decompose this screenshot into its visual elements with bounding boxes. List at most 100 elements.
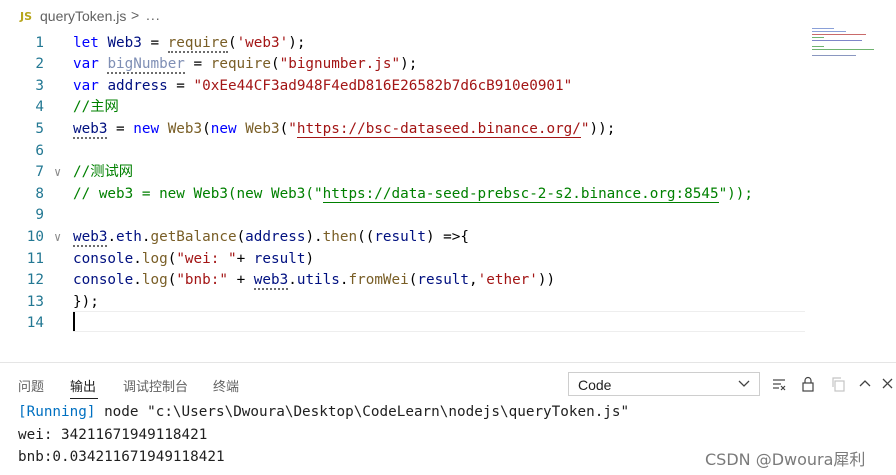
code-token: ((: [357, 228, 375, 245]
code-line[interactable]: 10 ∨ web3.eth.getBalance(address).then((re…: [0, 227, 880, 249]
code-token: );: [400, 56, 418, 73]
code-token: (: [271, 56, 280, 73]
output-line-wei: wei: 34211671949118421: [18, 427, 208, 443]
code-line[interactable]: 9: [0, 205, 880, 227]
code-line[interactable]: 4 //主网: [0, 97, 880, 119]
fold-chevron-icon[interactable]: ∨: [54, 162, 61, 184]
code-token: var: [73, 77, 99, 94]
code-token: });: [73, 293, 99, 310]
breadcrumb: JS queryToken.js > ...: [0, 0, 896, 32]
code-token: bigNumber: [107, 56, 185, 75]
code-token: 'web3': [236, 34, 289, 51]
line-number: 4: [35, 99, 44, 116]
copy-icon[interactable]: [829, 375, 847, 393]
watermark: CSDN @Dwoura犀利: [705, 450, 866, 469]
code-token: new: [210, 120, 237, 137]
code-token: // web3 = new Web3(new Web3(": [73, 185, 323, 202]
code-text: //测试网: [73, 162, 133, 184]
code-token: web3: [73, 228, 108, 247]
minimap[interactable]: [812, 28, 878, 58]
tab-output[interactable]: 输出: [70, 376, 96, 395]
code-token: ": [288, 120, 297, 137]
code-token: ): [305, 250, 315, 267]
code-token: ) =>{: [425, 228, 470, 245]
code-token: =: [107, 120, 134, 137]
tab-debug-console[interactable]: 调试控制台: [123, 376, 188, 395]
lock-icon[interactable]: [799, 375, 817, 393]
output-line-bnb: bnb:0.034211671949118421: [18, 449, 225, 465]
line-number: 2: [35, 56, 44, 73]
line-number: 1: [35, 34, 44, 51]
code-token: .: [288, 272, 297, 289]
line-number: 13: [26, 293, 44, 310]
code-line[interactable]: 7 ∨ //测试网: [0, 162, 880, 184]
code-token: =: [184, 56, 211, 73]
output-channel-select[interactable]: Code: [568, 372, 760, 396]
tab-terminal[interactable]: 终端: [213, 376, 239, 395]
code-token: result: [253, 250, 306, 267]
code-text: web3 = new Web3(new Web3("https://bsc-da…: [73, 119, 615, 141]
code-text: let Web3 = require('web3');: [73, 33, 305, 55]
close-icon[interactable]: [879, 375, 896, 393]
breadcrumb-symbols[interactable]: ...: [146, 7, 161, 23]
code-line[interactable]: 13});: [0, 292, 880, 314]
code-token: Web3: [107, 34, 142, 51]
code-text: //主网: [73, 97, 119, 119]
code-token: web3: [253, 272, 289, 291]
line-number: 11: [26, 250, 44, 267]
code-token: require: [210, 56, 271, 73]
code-token: Web3: [245, 120, 280, 137]
active-tab-indicator: [70, 398, 98, 399]
code-token: (: [236, 228, 246, 245]
code-token: ).: [305, 228, 323, 245]
chevron-up-icon[interactable]: [856, 375, 874, 393]
code-token: address: [107, 77, 168, 94]
code-token: result: [374, 228, 426, 245]
code-line[interactable]: 3 var address = "0xEe44CF3ad948F4edD816E2…: [0, 76, 880, 98]
breadcrumb-file[interactable]: queryToken.js: [40, 8, 126, 24]
line-number: 12: [26, 272, 44, 289]
code-token: then: [322, 228, 358, 245]
tab-problems[interactable]: 问题: [18, 376, 44, 395]
code-token: utils: [296, 272, 340, 289]
code-token: //主网: [73, 99, 119, 116]
code-line[interactable]: 2 var bigNumber = require("bignumber.js")…: [0, 54, 880, 76]
fold-chevron-icon[interactable]: ∨: [54, 227, 61, 249]
code-token: )): [537, 272, 556, 289]
code-token: =: [167, 77, 194, 94]
code-token: (: [279, 120, 289, 137]
code-token: web3: [73, 120, 108, 139]
javascript-file-icon: JS: [20, 10, 33, 23]
code-token: address: [245, 228, 306, 245]
code-line[interactable]: 5 web3 = new Web3(new Web3("https://bsc-d…: [0, 119, 880, 141]
code-text: console.log("bnb:" + web3.utils.fromWei(…: [73, 270, 555, 292]
running-tag: [Running]: [18, 404, 96, 420]
code-line[interactable]: 12 console.log("bnb:" + web3.utils.fromWe…: [0, 270, 880, 292]
line-number: 5: [35, 120, 44, 137]
panel-divider: [0, 362, 896, 363]
code-token: +: [227, 272, 254, 289]
code-line[interactable]: 11 console.log("wei: "+ result): [0, 249, 880, 271]
code-token: (: [227, 34, 237, 51]
code-token: require: [167, 34, 228, 53]
code-token: "bnb:": [176, 272, 228, 289]
code-line[interactable]: 1 let Web3 = require('web3');: [0, 33, 880, 55]
code-line[interactable]: 14: [0, 313, 880, 335]
code-text: var address = "0xEe44CF3ad948F4edD816E26…: [73, 76, 572, 98]
code-line[interactable]: 8 // web3 = new Web3(new Web3("https://da…: [0, 184, 880, 206]
chevron-down-icon: [737, 376, 751, 393]
code-text: console.log("wei: "+ result): [73, 249, 314, 271]
output-command: node "c:\Users\Dwoura\Desktop\CodeLearn\…: [95, 404, 630, 420]
clear-output-icon[interactable]: [770, 375, 788, 393]
code-token: ": [580, 120, 590, 137]
code-token: eth: [116, 228, 142, 245]
line-number: 3: [35, 77, 44, 94]
code-token: .: [133, 250, 142, 267]
code-text: // web3 = new Web3(new Web3("https://dat…: [73, 184, 753, 206]
code-line[interactable]: 6: [0, 141, 880, 163]
code-editor[interactable]: 1 let Web3 = require('web3'); 2 var bigNumb…: [0, 32, 896, 342]
code-token: result: [417, 272, 470, 289]
output-channel-value: Code: [578, 377, 612, 393]
text-cursor: [73, 312, 75, 331]
